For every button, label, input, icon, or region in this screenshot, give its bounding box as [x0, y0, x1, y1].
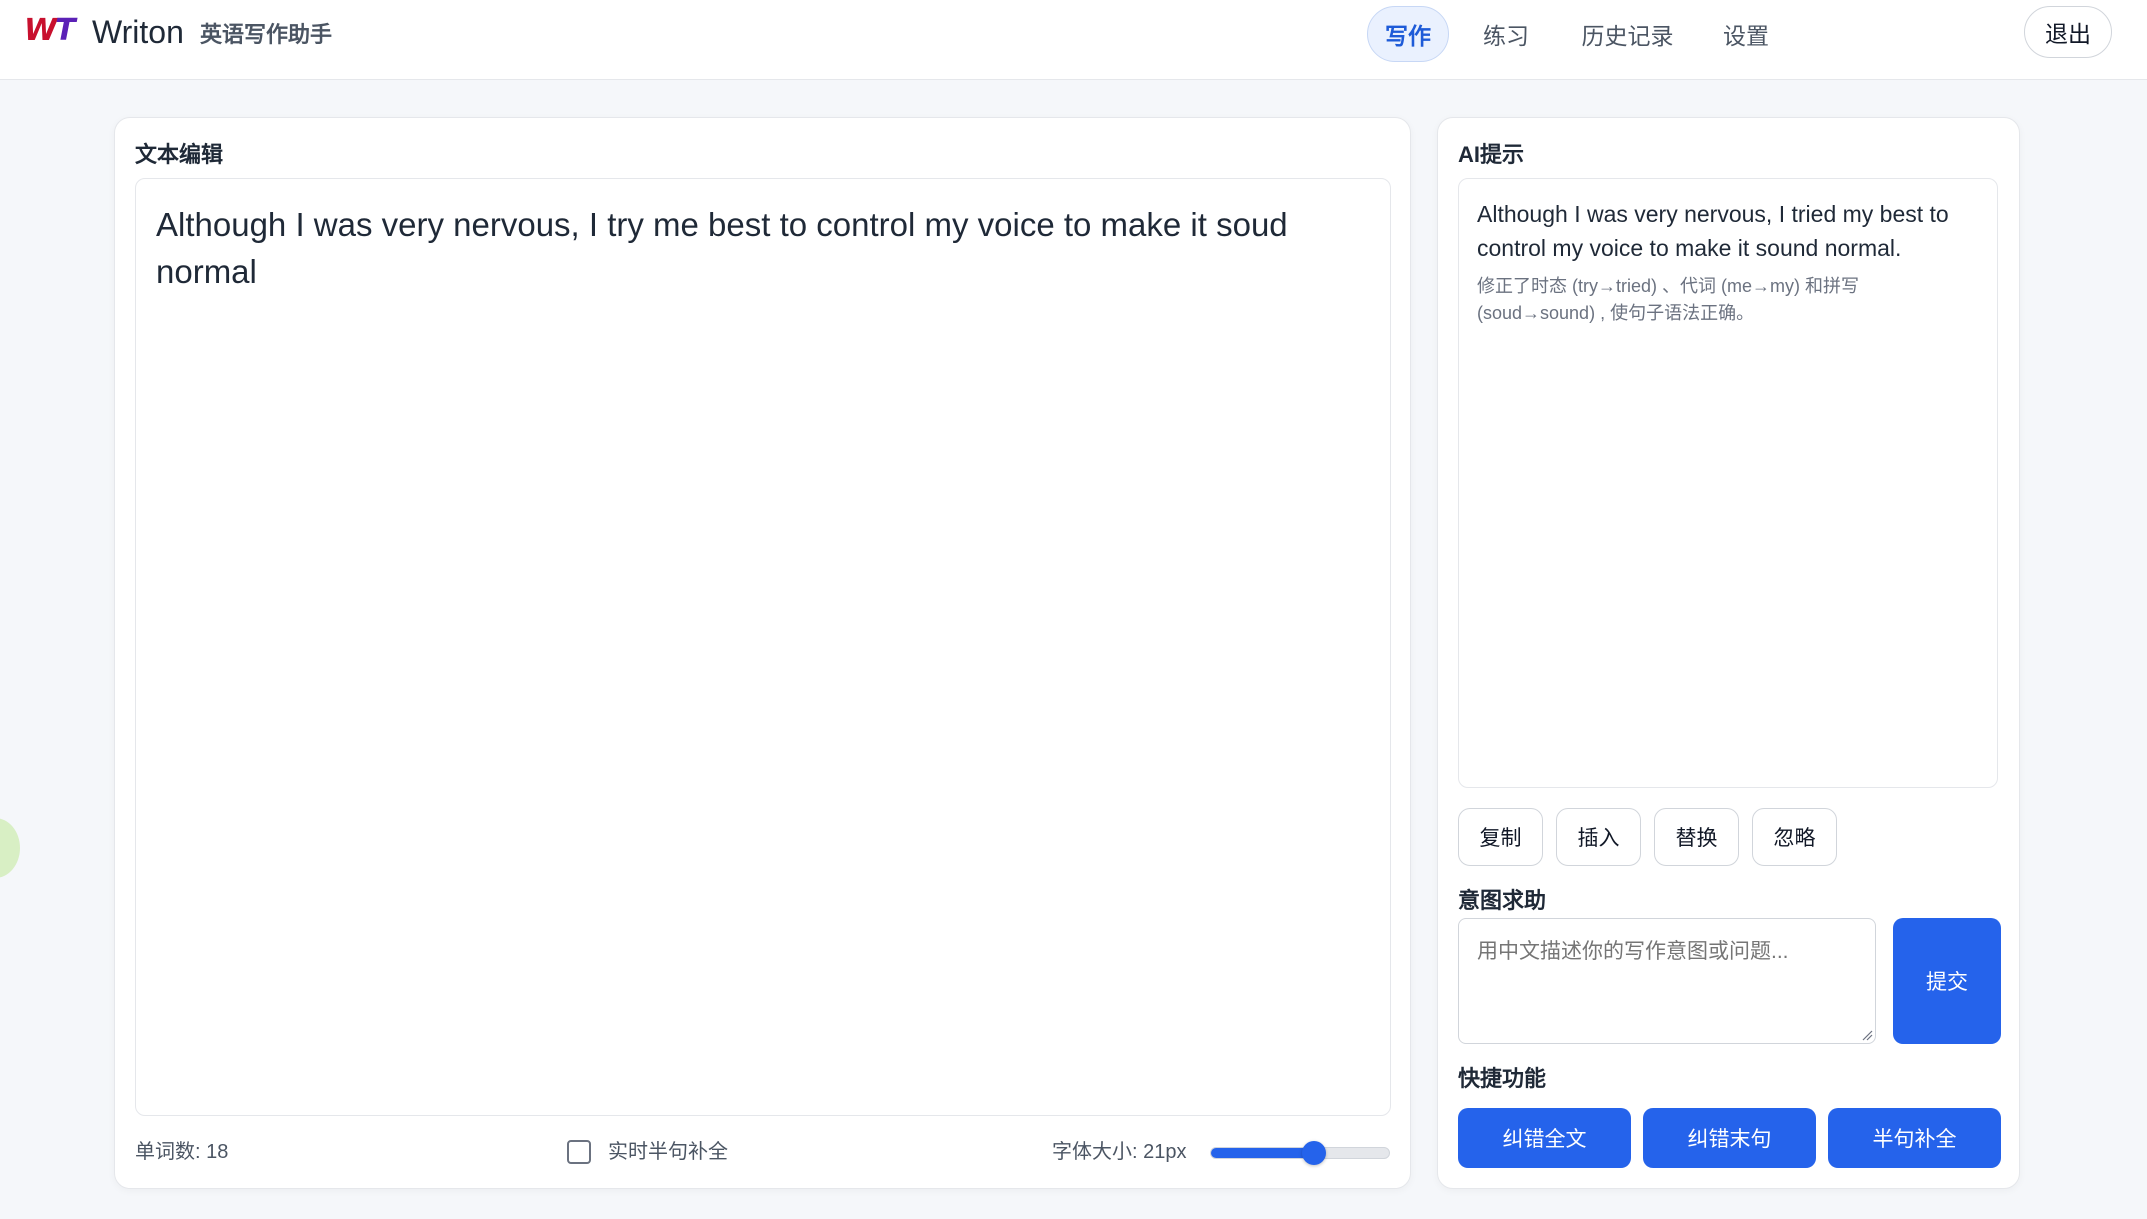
resize-grip-icon[interactable]	[1861, 1029, 1873, 1041]
ai-card: AI提示 Although I was very nervous, I trie…	[1437, 117, 2020, 1189]
word-count: 单词数: 18	[135, 1141, 229, 1163]
editor-title: 文本编辑	[135, 142, 224, 167]
nav-tab-practice[interactable]: 练习	[1470, 6, 1542, 62]
half-sentence-completion-button[interactable]: 半句补全	[1828, 1108, 2001, 1168]
font-size-slider-thumb[interactable]	[1302, 1141, 1327, 1165]
ai-hint-title: AI提示	[1458, 142, 1525, 167]
font-size-slider-fill	[1211, 1148, 1315, 1158]
submit-button[interactable]: 提交	[1893, 918, 2001, 1044]
quick-functions-title: 快捷功能	[1458, 1066, 1547, 1091]
logout-button[interactable]: 退出	[2024, 6, 2112, 58]
intent-input[interactable]	[1458, 918, 1876, 1044]
replace-button[interactable]: 替换	[1654, 808, 1739, 866]
realtime-completion-label: 实时半句补全	[608, 1141, 728, 1163]
floating-helper-icon[interactable]	[0, 818, 20, 878]
ai-suggestion-box: Although I was very nervous, I tried my …	[1458, 178, 1998, 788]
editor-textarea[interactable]: Although I was very nervous, I try me be…	[135, 178, 1391, 1116]
font-size-slider[interactable]	[1210, 1141, 1390, 1165]
logo-letter-w: W	[24, 13, 57, 48]
app-subtitle: 英语写作助手	[200, 22, 333, 47]
intent-help-title: 意图求助	[1458, 888, 1547, 913]
correct-all-button[interactable]: 纠错全文	[1458, 1108, 1631, 1168]
insert-button[interactable]: 插入	[1556, 808, 1641, 866]
logo-letter-t: T	[55, 13, 76, 48]
ai-suggestion-text: Although I was very nervous, I tried my …	[1477, 201, 1949, 261]
logo-icon: WT	[24, 13, 76, 48]
ignore-button[interactable]: 忽略	[1752, 808, 1837, 866]
realtime-completion-checkbox[interactable]	[567, 1140, 591, 1164]
app-name: Writon	[92, 14, 184, 50]
font-size-label: 字体大小: 21px	[1052, 1141, 1187, 1163]
correct-last-sentence-button[interactable]: 纠错末句	[1643, 1108, 1816, 1168]
nav-tab-history[interactable]: 历史记录	[1570, 6, 1685, 62]
top-bar: WT Writon 英语写作助手 写作 练习 历史记录 设置 退出	[0, 0, 2147, 80]
ai-explanation-text: 修正了时态 (try→tried) 、代词 (me→my) 和拼写 (soud→…	[1477, 276, 1859, 323]
nav-tab-settings[interactable]: 设置	[1710, 6, 1782, 62]
nav-tab-write[interactable]: 写作	[1367, 6, 1449, 62]
copy-button[interactable]: 复制	[1458, 808, 1543, 866]
editor-card: 文本编辑 Although I was very nervous, I try …	[114, 117, 1411, 1189]
